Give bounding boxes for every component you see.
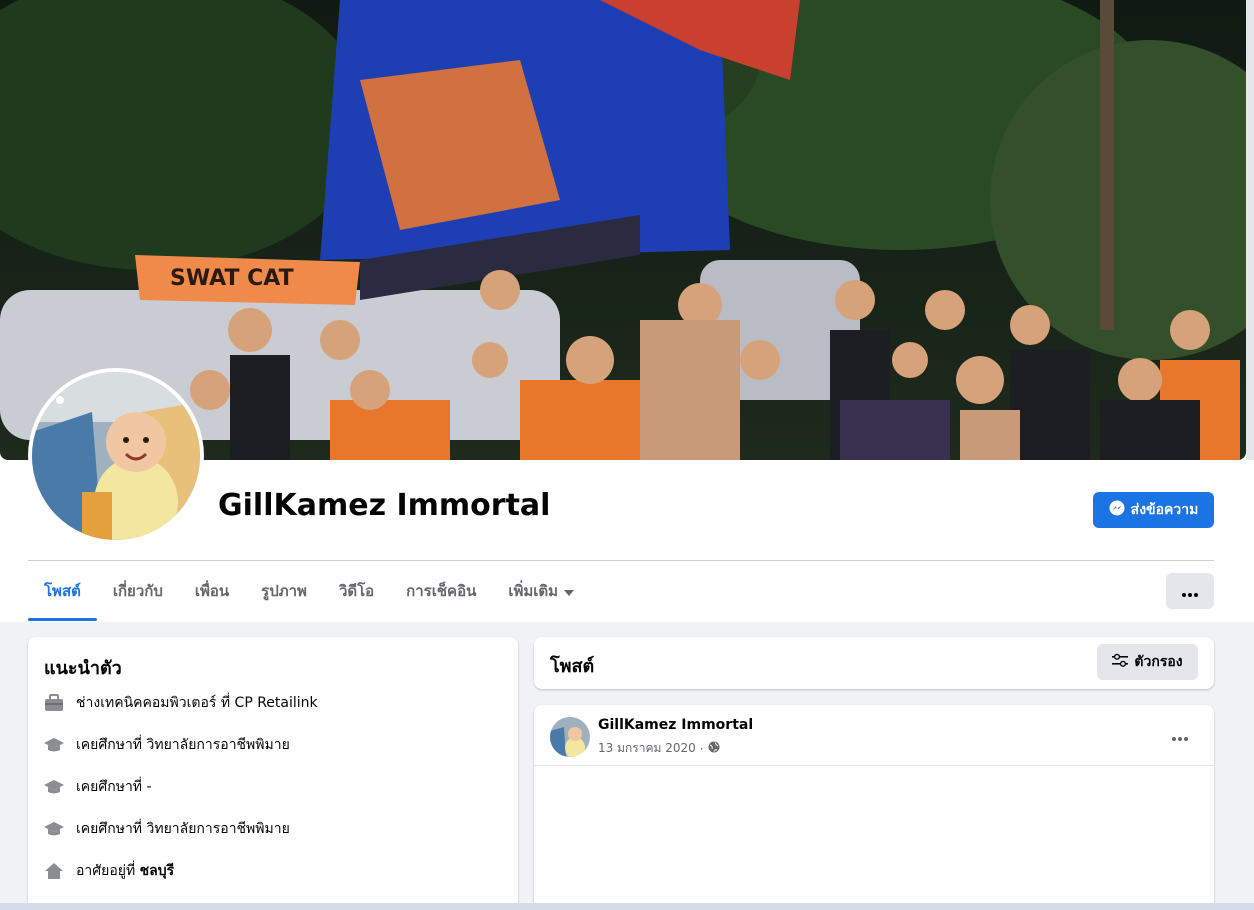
- intro-title: แนะนำตัว: [44, 658, 122, 679]
- intro-item-location: อาศัยอยู่ที่ ชลบุรี: [44, 859, 174, 883]
- profile-avatar[interactable]: [28, 368, 204, 544]
- send-message-button[interactable]: ส่งข้อความ: [1093, 492, 1214, 528]
- intro-item-education: เคยศึกษาที่ วิทยาลัยการอาชีพพิมาย: [44, 733, 290, 757]
- intro-item-text: ช่างเทคนิคคอมพิวเตอร์ ที่ CP Retailink: [76, 695, 318, 711]
- tab-checkins-label: การเช็คอิน: [406, 582, 477, 600]
- tab-videos[interactable]: วิดีโอ: [323, 562, 390, 620]
- tab-posts[interactable]: โพสต์: [28, 562, 97, 621]
- intro-card: แนะนำตัว ช่างเทคนิคคอมพิวเตอร์ ที่ CP Re…: [28, 637, 518, 910]
- post-author-name[interactable]: GillKamez Immortal: [598, 717, 753, 733]
- tab-posts-label: โพสต์: [44, 582, 81, 600]
- post-meta-separator: ·: [699, 741, 704, 756]
- ellipsis-icon: [1182, 582, 1198, 601]
- intro-item-work: ช่างเทคนิคคอมพิวเตอร์ ที่ CP Retailink: [44, 691, 318, 715]
- intro-item-education: เคยศึกษาที่ วิทยาลัยการอาชีพพิมาย: [44, 817, 290, 841]
- intro-location-city[interactable]: ชลบุรี: [140, 863, 175, 879]
- filter-button[interactable]: ตัวกรอง: [1097, 644, 1198, 680]
- graduation-cap-icon: [44, 777, 64, 797]
- messenger-icon: [1109, 500, 1125, 520]
- tab-photos[interactable]: รูปภาพ: [245, 562, 323, 620]
- tab-friends[interactable]: เพื่อน: [179, 562, 245, 620]
- post-options-button[interactable]: [1162, 721, 1198, 749]
- post-date[interactable]: 13 มกราคม 2020: [598, 739, 696, 758]
- caret-down-icon: [564, 582, 575, 600]
- tab-photos-label: รูปภาพ: [261, 582, 307, 600]
- scrollbar-track[interactable]: [1246, 0, 1254, 460]
- profile-header: SWAT CAT GillKamez Immortal ส่งข้อความ โ…: [0, 0, 1254, 622]
- post-card: GillKamez Immortal 13 มกราคม 2020 ·: [534, 705, 1214, 910]
- intro-item-text: อาศัยอยู่ที่ ชลบุรี: [76, 860, 174, 882]
- post-divider: [534, 765, 1214, 766]
- briefcase-icon: [44, 693, 64, 713]
- intro-item-text: เคยศึกษาที่ -: [76, 779, 152, 795]
- profile-tabs: โพสต์ เกี่ยวกับ เพื่อน รูปภาพ วิดีโอ การ…: [28, 562, 590, 621]
- bottom-bar: [0, 903, 1254, 910]
- graduation-cap-icon: [44, 819, 64, 839]
- ellipsis-icon: [1172, 726, 1188, 745]
- profile-more-options-button[interactable]: [1166, 573, 1214, 609]
- tab-checkins[interactable]: การเช็คอิน: [390, 562, 492, 620]
- send-message-label: ส่งข้อความ: [1130, 502, 1199, 518]
- filter-label: ตัวกรอง: [1134, 654, 1183, 670]
- posts-header-card: โพสต์ ตัวกรอง: [534, 637, 1214, 689]
- cover-flag-text: SWAT CAT: [170, 266, 294, 291]
- home-icon: [44, 861, 64, 881]
- sliders-icon: [1112, 653, 1129, 671]
- post-meta: 13 มกราคม 2020 ·: [598, 739, 720, 758]
- post-author-avatar[interactable]: [550, 717, 590, 757]
- profile-name: GillKamez Immortal: [218, 488, 551, 523]
- graduation-cap-icon: [44, 735, 64, 755]
- intro-location-prefix: อาศัยอยู่ที่: [76, 863, 136, 879]
- tab-about[interactable]: เกี่ยวกับ: [97, 562, 179, 620]
- tab-more-label: เพิ่มเติม: [508, 582, 559, 600]
- globe-icon: [708, 741, 720, 756]
- intro-item-text: เคยศึกษาที่ วิทยาลัยการอาชีพพิมาย: [76, 737, 290, 753]
- tab-about-label: เกี่ยวกับ: [112, 582, 163, 600]
- posts-title: โพสต์: [550, 656, 595, 677]
- intro-item-text: เคยศึกษาที่ วิทยาลัยการอาชีพพิมาย: [76, 821, 290, 837]
- tab-videos-label: วิดีโอ: [338, 582, 375, 600]
- tab-friends-label: เพื่อน: [194, 582, 230, 600]
- header-divider: [28, 560, 1214, 561]
- intro-item-education: เคยศึกษาที่ -: [44, 775, 152, 799]
- tab-more[interactable]: เพิ่มเติม: [492, 562, 590, 620]
